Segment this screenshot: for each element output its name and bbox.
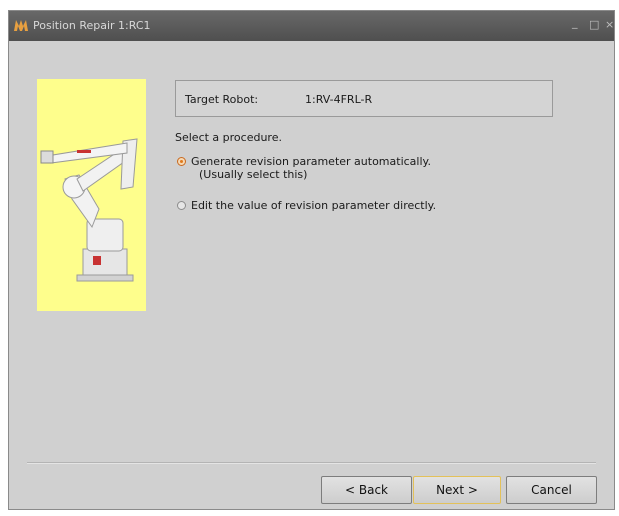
procedure-prompt: Select a procedure. [175,131,282,144]
target-robot-box: Target Robot: 1:RV-4FRL-R [175,80,553,117]
next-button[interactable]: Next > [413,476,501,504]
option-label: Generate revision parameter automaticall… [191,155,431,168]
app-logo-icon [14,20,28,31]
minimize-icon[interactable]: _ [572,16,578,29]
maximize-icon[interactable]: □ [589,18,599,31]
option-label: Edit the value of revision parameter dir… [191,199,437,212]
footer-divider [27,462,596,464]
title-bar[interactable]: Position Repair 1:RC1 _ □ × [9,11,614,41]
dialog-content: Target Robot: 1:RV-4FRL-R Select a proce… [9,41,614,509]
close-icon[interactable]: × [605,18,614,31]
target-robot-label: Target Robot: [185,93,259,106]
position-repair-window: Position Repair 1:RC1 _ □ × Target Robot… [8,10,615,510]
window-title: Position Repair 1:RC1 [33,19,151,32]
radio-unchecked-icon[interactable] [177,201,186,210]
robot-arm-image [40,138,138,282]
target-robot-value: 1:RV-4FRL-R [305,93,373,106]
option-sublabel: (Usually select this) [199,168,308,181]
cancel-button[interactable]: Cancel [506,476,597,504]
back-button[interactable]: < Back [321,476,412,504]
radio-checked-icon[interactable] [177,157,186,166]
robot-image-panel [37,79,146,311]
